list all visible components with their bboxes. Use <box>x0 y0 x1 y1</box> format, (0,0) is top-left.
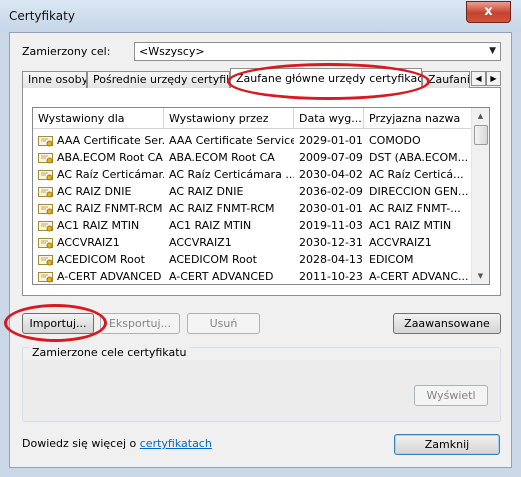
table-row[interactable]: AC RAIZ FNMT-RCM AC RAIZ FNMT-RCM 2030-01-… <box>33 200 473 217</box>
remove-button[interactable]: Usuń <box>187 313 260 334</box>
view-button[interactable]: Wyświetl <box>414 385 488 406</box>
certificate-icon <box>38 271 53 283</box>
learn-more-text: Dowiedz się więcej o certyfikatach <box>22 437 212 450</box>
table-row[interactable]: ABA.ECOM Root CA ABA.ECOM Root CA 2009-07-… <box>33 149 473 166</box>
table-row[interactable]: ACEDICOM Root ACEDICOM Root 2028-04-13 EDIC… <box>33 251 473 268</box>
learn-more-link[interactable]: certyfikatach <box>140 437 212 450</box>
cell-issued-by: ABA.ECOM Root CA <box>169 151 275 164</box>
certificate-icon <box>38 254 53 266</box>
column-header-issued-by[interactable]: Wystawiony przez <box>164 108 294 129</box>
cell-issued-to: AC RAIZ DNIE <box>57 185 132 198</box>
cell-issued-by: AAA Certificate Services <box>169 134 294 147</box>
tab-scroll-right-icon[interactable]: ▶ <box>486 71 501 86</box>
certificate-icon <box>38 203 53 215</box>
window-close-button[interactable]: x <box>466 1 511 23</box>
table-row[interactable]: ACCVRAIZ1 ACCVRAIZ1 2030-12-31 ACCVRAIZ1 <box>33 234 473 251</box>
intended-purpose-value: <Wszyscy> <box>139 45 205 58</box>
certificate-icon <box>38 186 53 198</box>
dropdown-arrow-icon[interactable]: ▼ <box>489 43 496 60</box>
certificate-list[interactable]: Wystawiony dla Wystawiony przez Data wyg… <box>32 107 490 285</box>
window-title: Certyfikaty <box>9 9 75 23</box>
intended-purpose-combobox[interactable]: <Wszyscy> ▼ <box>134 42 501 61</box>
cell-friendly-name: DST (ABA.ECOM... <box>369 151 469 164</box>
column-header-expiration[interactable]: Data wyg... <box>294 108 364 129</box>
cell-friendly-name: AC Raíz Certicá... <box>369 168 464 181</box>
title-bar <box>0 0 521 32</box>
cell-issued-to: ACEDICOM Root <box>57 253 145 266</box>
certificate-icon <box>38 220 53 232</box>
table-row[interactable]: AAA Certificate Ser... AAA Certificate Se… <box>33 132 473 149</box>
cell-issued-by: AC1 RAIZ MTIN <box>169 219 252 232</box>
certificate-icon <box>38 169 53 181</box>
cell-friendly-name: AC RAIZ FNMT-... <box>369 202 461 215</box>
cell-issued-to: AAA Certificate Ser... <box>57 134 164 147</box>
cell-friendly-name: COMODO <box>369 134 421 147</box>
scroll-thumb[interactable] <box>474 125 488 145</box>
tab-other-people[interactable]: Inne osoby <box>22 71 87 88</box>
cell-issued-by: AC Raíz Certicámara ... <box>169 168 294 181</box>
learn-more-label: Dowiedz się więcej o <box>22 437 140 450</box>
cell-expiration: 2019-11-03 <box>299 219 363 232</box>
cell-issued-to: ACCVRAIZ1 <box>57 236 120 249</box>
certificate-icon <box>38 237 53 249</box>
column-header-issued-to[interactable]: Wystawiony dla <box>33 108 164 129</box>
cell-issued-by: ACEDICOM Root <box>169 253 257 266</box>
certificate-icon <box>38 152 53 164</box>
cell-issued-to: AC1 RAIZ MTIN <box>57 219 140 232</box>
cell-issued-to: AC Raíz Certicámar... <box>57 168 164 181</box>
highlight-ellipse-trusted-root-tab <box>227 63 430 100</box>
cell-friendly-name: EDICOM <box>369 253 414 266</box>
cell-expiration: 2009-07-09 <box>299 151 363 164</box>
column-header-friendly-name[interactable]: Przyjazna nazwa <box>364 108 473 129</box>
cell-friendly-name: DIRECCION GEN... <box>369 185 469 198</box>
scroll-up-icon[interactable]: ▲ <box>473 108 488 124</box>
cell-expiration: 2029-01-01 <box>299 134 363 147</box>
table-row[interactable]: A-CERT ADVANCED A-CERT ADVANCED 2011-10-23… <box>33 268 473 284</box>
intended-purpose-label: Zamierzony cel: <box>22 45 111 58</box>
cell-friendly-name: A-CERT ADVANC... <box>369 270 469 283</box>
table-row[interactable]: AC RAIZ DNIE AC RAIZ DNIE 2036-02-09 DIRECC… <box>33 183 473 200</box>
cell-expiration: 2011-10-23 <box>299 270 363 283</box>
purposes-group-title: Zamierzone cele certyfikatu <box>29 346 190 359</box>
cell-expiration: 2030-12-31 <box>299 236 363 249</box>
export-button[interactable]: Eksportuj... <box>100 313 180 334</box>
cell-issued-by: AC RAIZ FNMT-RCM <box>169 202 275 215</box>
tab-intermediate-cas[interactable]: Pośrednie urzędy certyfikacji <box>87 71 230 88</box>
cell-issued-to: AC RAIZ FNMT-RCM <box>57 202 163 215</box>
highlight-ellipse-import-button <box>4 304 107 342</box>
cell-issued-by: ACCVRAIZ1 <box>169 236 232 249</box>
cell-friendly-name: AC1 RAIZ MTIN <box>369 219 452 232</box>
cell-expiration: 2028-04-13 <box>299 253 363 266</box>
list-vertical-scrollbar[interactable]: ▲ ▼ <box>471 108 489 284</box>
table-row[interactable]: AC Raíz Certicámar... AC Raíz Certicámara… <box>33 166 473 183</box>
cell-issued-to: A-CERT ADVANCED <box>57 270 162 283</box>
cell-expiration: 2030-01-01 <box>299 202 363 215</box>
cell-issued-by: AC RAIZ DNIE <box>169 185 244 198</box>
cell-expiration: 2036-02-09 <box>299 185 363 198</box>
scroll-down-icon[interactable]: ▼ <box>473 268 488 284</box>
table-row[interactable]: AC1 RAIZ MTIN AC1 RAIZ MTIN 2019-11-03 AC1 … <box>33 217 473 234</box>
cell-issued-to: ABA.ECOM Root CA <box>57 151 163 164</box>
cell-friendly-name: ACCVRAIZ1 <box>369 236 432 249</box>
close-button[interactable]: Zamknij <box>394 434 500 455</box>
tab-scroll-left-icon[interactable]: ◀ <box>471 71 486 86</box>
advanced-button[interactable]: Zaawansowane <box>393 313 501 334</box>
cell-issued-by: A-CERT ADVANCED <box>169 270 274 283</box>
cell-expiration: 2030-04-02 <box>299 168 363 181</box>
certificate-icon <box>38 135 53 147</box>
